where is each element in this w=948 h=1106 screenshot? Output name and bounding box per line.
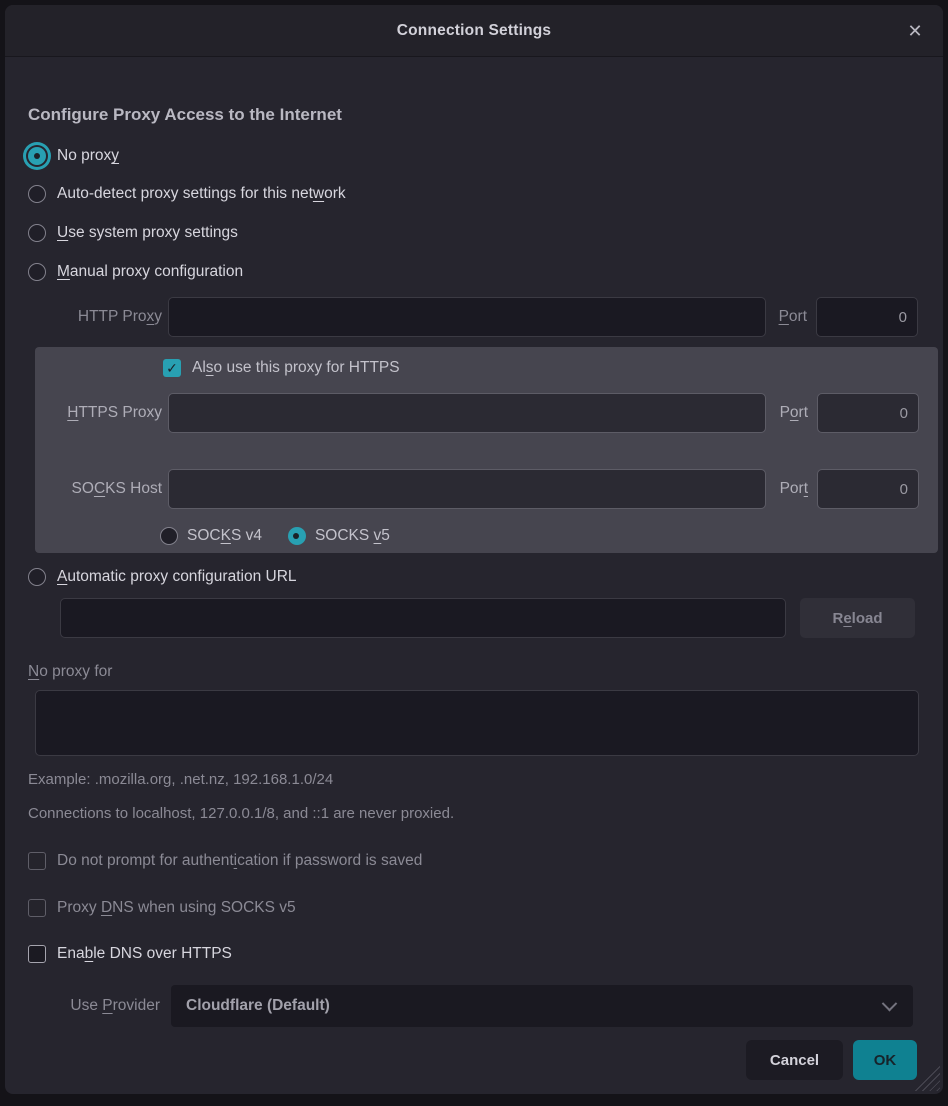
no-prompt-auth-checkbox[interactable] — [28, 852, 46, 870]
http-port-label: Port — [779, 308, 807, 326]
cb-row-proxy-dns[interactable]: Proxy DNS when using SOCKS v5 — [28, 897, 296, 919]
radio-auto-detect[interactable] — [28, 185, 46, 203]
https-socks-panel: Also use this proxy for HTTPS HTTPS Prox… — [35, 347, 938, 553]
radio-row-manual-proxy[interactable]: Manual proxy configuration — [28, 261, 243, 283]
https-port-label: Port — [780, 404, 808, 422]
https-proxy-row: HTTPS Proxy Port — [35, 393, 919, 433]
radio-no-proxy[interactable] — [28, 147, 46, 165]
radio-auto-detect-label: Auto-detect proxy settings for this netw… — [57, 185, 346, 203]
doh-provider-row: Use Provider Cloudflare (Default) — [55, 985, 913, 1027]
radio-row-no-proxy[interactable]: No proxy — [28, 145, 119, 167]
radio-row-auto-url[interactable]: Automatic proxy configuration URL — [28, 566, 297, 588]
auto-url-row: Reload — [60, 598, 915, 638]
cb-row-enable-doh[interactable]: Enable DNS over HTTPS — [28, 943, 232, 965]
no-proxy-note: Connections to localhost, 127.0.0.1/8, a… — [28, 805, 454, 822]
provider-dropdown-value: Cloudflare (Default) — [186, 997, 330, 1015]
socks-host-input[interactable] — [168, 469, 766, 509]
socks-host-row: SOCKS Host Port — [35, 469, 919, 509]
radio-auto-url[interactable] — [28, 568, 46, 586]
connection-settings-dialog: Connection Settings ✕ Configure Proxy Ac… — [5, 5, 943, 1094]
proxy-dns-checkbox[interactable] — [28, 899, 46, 917]
radio-no-proxy-label: No proxy — [57, 147, 119, 165]
dialog-title: Connection Settings — [5, 5, 943, 57]
cb-row-no-prompt-auth[interactable]: Do not prompt for authentication if pass… — [28, 850, 422, 872]
radio-socks-v5[interactable] — [288, 527, 306, 545]
http-port-input[interactable] — [816, 297, 918, 337]
dialog-titlebar: Connection Settings ✕ — [5, 5, 943, 57]
socks-port-label: Port — [780, 480, 808, 498]
cancel-button[interactable]: Cancel — [746, 1040, 843, 1080]
radio-system-proxy-label: Use system proxy settings — [57, 224, 238, 242]
radio-row-auto-detect[interactable]: Auto-detect proxy settings for this netw… — [28, 183, 346, 205]
reload-button[interactable]: Reload — [800, 598, 915, 638]
screenshot-stage: Connection Settings ✕ Configure Proxy Ac… — [0, 0, 948, 1106]
also-https-label: Also use this proxy for HTTPS — [192, 359, 400, 377]
also-https-row[interactable]: Also use this proxy for HTTPS — [163, 357, 400, 379]
http-proxy-label: HTTP Proxy — [28, 308, 162, 326]
enable-doh-label: Enable DNS over HTTPS — [57, 945, 232, 963]
radio-manual-proxy-label: Manual proxy configuration — [57, 263, 243, 281]
http-proxy-row: HTTP Proxy Port — [28, 297, 918, 337]
http-proxy-input[interactable] — [168, 297, 766, 337]
https-proxy-input[interactable] — [168, 393, 766, 433]
use-provider-label: Use Provider — [55, 997, 160, 1015]
radio-system-proxy[interactable] — [28, 224, 46, 242]
radio-socks-v5-label: SOCKS v5 — [315, 527, 390, 545]
resize-grip[interactable] — [914, 1065, 940, 1091]
no-proxy-for-label: No proxy for — [28, 663, 112, 681]
https-port-input[interactable] — [817, 393, 919, 433]
also-https-checkbox[interactable] — [163, 359, 181, 377]
radio-socks-v4-label: SOCKS v4 — [187, 527, 262, 545]
dialog-footer: Cancel OK — [746, 1040, 917, 1080]
page-title: Configure Proxy Access to the Internet — [28, 105, 342, 125]
radio-row-system-proxy[interactable]: Use system proxy settings — [28, 222, 238, 244]
https-proxy-label: HTTPS Proxy — [35, 404, 162, 422]
no-proxy-for-textarea[interactable] — [35, 690, 919, 756]
socks-port-input[interactable] — [817, 469, 919, 509]
enable-doh-checkbox[interactable] — [28, 945, 46, 963]
no-prompt-auth-label: Do not prompt for authentication if pass… — [57, 852, 422, 870]
radio-auto-url-label: Automatic proxy configuration URL — [57, 568, 297, 586]
socks-version-row: SOCKS v4 SOCKS v5 — [160, 525, 390, 547]
provider-dropdown[interactable]: Cloudflare (Default) — [171, 985, 913, 1027]
ok-button[interactable]: OK — [853, 1040, 917, 1080]
radio-manual-proxy[interactable] — [28, 263, 46, 281]
radio-socks-v4[interactable] — [160, 527, 178, 545]
no-proxy-example: Example: .mozilla.org, .net.nz, 192.168.… — [28, 771, 333, 788]
socks-host-label: SOCKS Host — [35, 480, 162, 498]
close-icon[interactable]: ✕ — [903, 19, 927, 43]
chevron-down-icon — [882, 995, 898, 1011]
proxy-dns-label: Proxy DNS when using SOCKS v5 — [57, 899, 296, 917]
auto-url-input[interactable] — [60, 598, 786, 638]
